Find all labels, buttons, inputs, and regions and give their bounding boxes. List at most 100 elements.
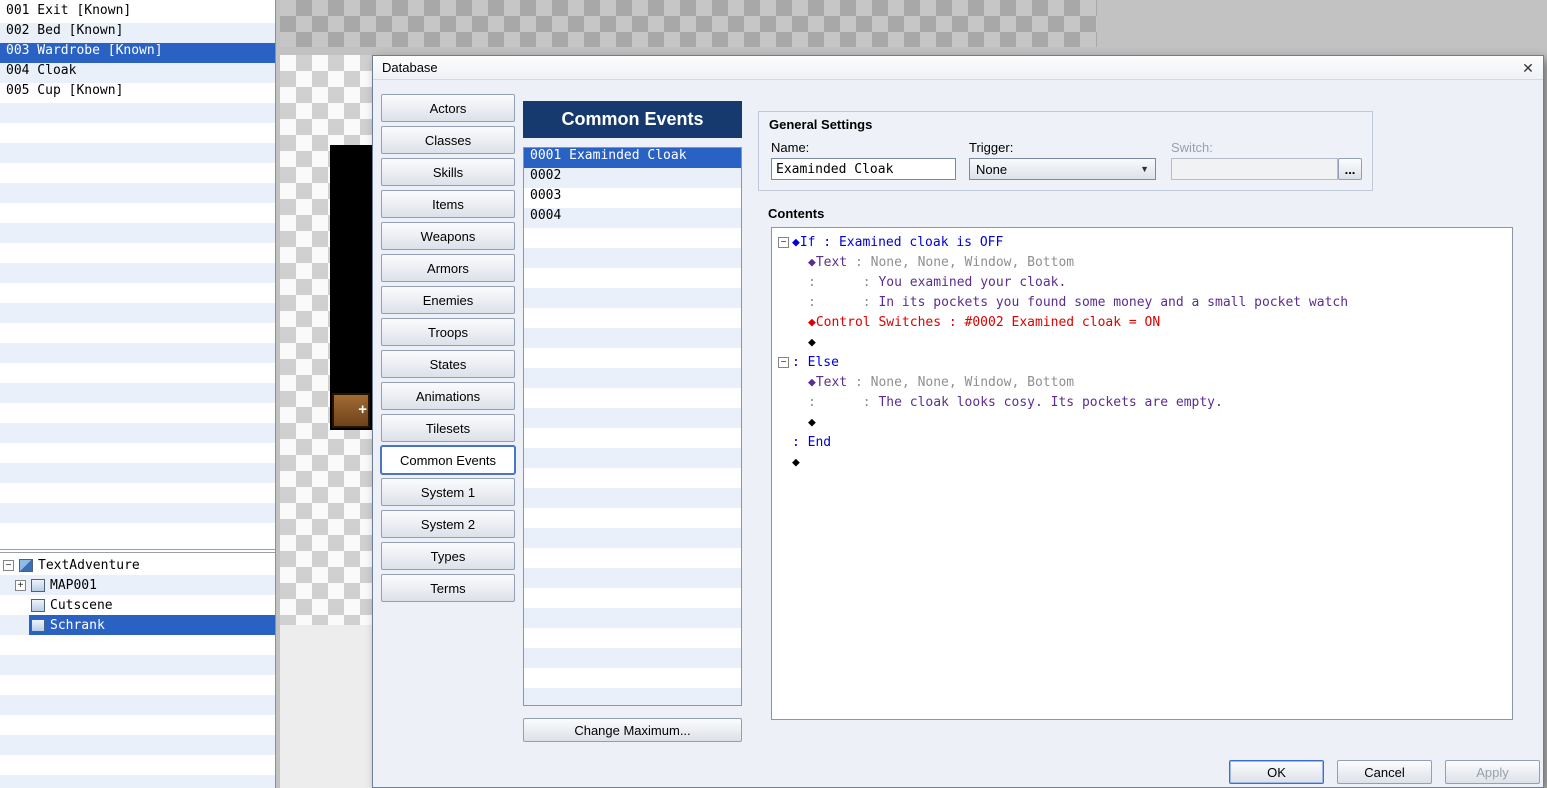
tab-tilesets[interactable]: Tilesets bbox=[381, 414, 515, 442]
event-list-empty-row[interactable] bbox=[0, 343, 275, 363]
common-event-empty-row[interactable] bbox=[524, 268, 741, 288]
tab-items[interactable]: Items bbox=[381, 190, 515, 218]
event-list-empty-row[interactable] bbox=[0, 503, 275, 523]
event-list-item[interactable]: 002 Bed [Known] bbox=[0, 23, 275, 43]
close-icon[interactable]: ✕ bbox=[1519, 59, 1537, 77]
event-list-empty-row[interactable] bbox=[0, 483, 275, 503]
tree-empty-row[interactable] bbox=[0, 655, 275, 675]
tab-system-2[interactable]: System 2 bbox=[381, 510, 515, 538]
common-event-item[interactable]: 0003 bbox=[524, 188, 741, 208]
common-event-empty-row[interactable] bbox=[524, 288, 741, 308]
event-list-empty-row[interactable] bbox=[0, 223, 275, 243]
event-list-empty-row[interactable] bbox=[0, 143, 275, 163]
ok-button[interactable]: OK bbox=[1229, 760, 1324, 784]
event-list-item[interactable]: 004 Cloak bbox=[0, 63, 275, 83]
switch-browse-button[interactable]: ... bbox=[1338, 158, 1362, 180]
name-input[interactable] bbox=[771, 158, 956, 180]
tab-actors[interactable]: Actors bbox=[381, 94, 515, 122]
event-list-empty-row[interactable] bbox=[0, 383, 275, 403]
tab-types[interactable]: Types bbox=[381, 542, 515, 570]
tab-armors[interactable]: Armors bbox=[381, 254, 515, 282]
tree-item-row[interactable]: Cutscene bbox=[29, 595, 275, 615]
map-tree[interactable]: − TextAdventure + MAP001 Cutscene Schrank bbox=[0, 552, 275, 788]
event-list-empty-row[interactable] bbox=[0, 123, 275, 143]
tab-troops[interactable]: Troops bbox=[381, 318, 515, 346]
common-event-empty-row[interactable] bbox=[524, 568, 741, 588]
tree-empty-row[interactable] bbox=[0, 715, 275, 735]
dialog-titlebar[interactable]: Database ✕ bbox=[373, 56, 1543, 80]
common-event-empty-row[interactable] bbox=[524, 428, 741, 448]
event-list-empty-row[interactable] bbox=[0, 403, 275, 423]
common-event-empty-row[interactable] bbox=[524, 688, 741, 705]
common-event-empty-row[interactable] bbox=[524, 628, 741, 648]
common-event-item[interactable]: 0004 bbox=[524, 208, 741, 228]
minus-expander-icon[interactable]: − bbox=[778, 236, 789, 248]
minus-expander-icon[interactable]: − bbox=[3, 559, 14, 571]
tab-animations[interactable]: Animations bbox=[381, 382, 515, 410]
tab-common-events[interactable]: Common Events bbox=[381, 446, 515, 474]
tree-item-row[interactable]: Schrank bbox=[29, 615, 275, 635]
event-list-item[interactable]: 003 Wardrobe [Known] bbox=[0, 43, 275, 63]
event-list-empty-row[interactable] bbox=[0, 263, 275, 283]
tree-empty-row[interactable] bbox=[0, 675, 275, 695]
common-event-empty-row[interactable] bbox=[524, 368, 741, 388]
event-list-empty-row[interactable] bbox=[0, 183, 275, 203]
trigger-dropdown[interactable]: None ▼ bbox=[969, 158, 1156, 180]
event-list-empty-row[interactable] bbox=[0, 523, 275, 543]
tree-item[interactable]: Cutscene bbox=[0, 595, 275, 615]
event-command-line[interactable]: : : You examined your cloak. bbox=[772, 272, 1512, 292]
event-command-line[interactable]: −: Else bbox=[772, 352, 1512, 372]
event-command-line[interactable]: ◆Control Switches : #0002 Examined cloak… bbox=[772, 312, 1512, 332]
event-list-empty-row[interactable] bbox=[0, 103, 275, 123]
tree-item[interactable]: Schrank bbox=[0, 615, 275, 635]
common-event-empty-row[interactable] bbox=[524, 388, 741, 408]
tree-empty-row[interactable] bbox=[0, 735, 275, 755]
tree-item-row[interactable]: MAP001 bbox=[29, 575, 275, 595]
event-list-empty-row[interactable] bbox=[0, 163, 275, 183]
event-list-empty-row[interactable] bbox=[0, 463, 275, 483]
minus-expander-icon[interactable]: − bbox=[778, 356, 789, 368]
event-list-empty-row[interactable] bbox=[0, 303, 275, 323]
common-events-list[interactable]: 0001 Examinded Cloak 0002 0003 0004 bbox=[523, 147, 742, 706]
event-command-line[interactable]: : : The cloak looks cosy. Its pockets ar… bbox=[772, 392, 1512, 412]
event-command-line[interactable]: ◆Text : None, None, Window, Bottom bbox=[772, 252, 1512, 272]
tree-empty-row[interactable] bbox=[0, 755, 275, 775]
common-event-empty-row[interactable] bbox=[524, 228, 741, 248]
event-commands-list[interactable]: − ◆If : Examined cloak is OFF ◆Text : None… bbox=[771, 227, 1513, 720]
tree-item-row[interactable]: TextAdventure bbox=[17, 555, 275, 575]
common-event-item[interactable]: 0001 Examinded Cloak bbox=[524, 148, 741, 168]
common-event-empty-row[interactable] bbox=[524, 548, 741, 568]
tab-states[interactable]: States bbox=[381, 350, 515, 378]
tab-system-1[interactable]: System 1 bbox=[381, 478, 515, 506]
common-event-empty-row[interactable] bbox=[524, 488, 741, 508]
tab-terms[interactable]: Terms bbox=[381, 574, 515, 602]
common-event-empty-row[interactable] bbox=[524, 348, 741, 368]
common-event-empty-row[interactable] bbox=[524, 528, 741, 548]
change-maximum-button[interactable]: Change Maximum... bbox=[523, 718, 742, 742]
common-event-empty-row[interactable] bbox=[524, 608, 741, 628]
common-event-empty-row[interactable] bbox=[524, 308, 741, 328]
tab-enemies[interactable]: Enemies bbox=[381, 286, 515, 314]
event-list-empty-row[interactable] bbox=[0, 283, 275, 303]
common-event-empty-row[interactable] bbox=[524, 248, 741, 268]
tree-item[interactable]: − TextAdventure bbox=[0, 555, 275, 575]
common-event-empty-row[interactable] bbox=[524, 588, 741, 608]
event-command-line[interactable]: ◆Text : None, None, Window, Bottom bbox=[772, 372, 1512, 392]
cancel-button[interactable]: Cancel bbox=[1337, 760, 1432, 784]
tree-empty-row[interactable] bbox=[0, 635, 275, 655]
tree-empty-row[interactable] bbox=[0, 775, 275, 788]
common-event-empty-row[interactable] bbox=[524, 448, 741, 468]
event-command-line[interactable]: − ◆If : Examined cloak is OFF bbox=[772, 232, 1512, 252]
map-room-area[interactable] bbox=[330, 145, 372, 430]
common-event-empty-row[interactable] bbox=[524, 508, 741, 528]
event-list-empty-row[interactable] bbox=[0, 243, 275, 263]
common-event-empty-row[interactable] bbox=[524, 468, 741, 488]
common-event-empty-row[interactable] bbox=[524, 408, 741, 428]
event-command-line[interactable]: ◆ bbox=[772, 332, 1512, 352]
event-list-empty-row[interactable] bbox=[0, 203, 275, 223]
common-event-item[interactable]: 0002 bbox=[524, 168, 741, 188]
event-command-line[interactable]: : End bbox=[772, 432, 1512, 452]
event-command-line[interactable]: ◆ bbox=[772, 452, 1512, 472]
event-command-line[interactable]: ◆ bbox=[772, 412, 1512, 432]
event-command-line[interactable]: : : In its pockets you found some money … bbox=[772, 292, 1512, 312]
